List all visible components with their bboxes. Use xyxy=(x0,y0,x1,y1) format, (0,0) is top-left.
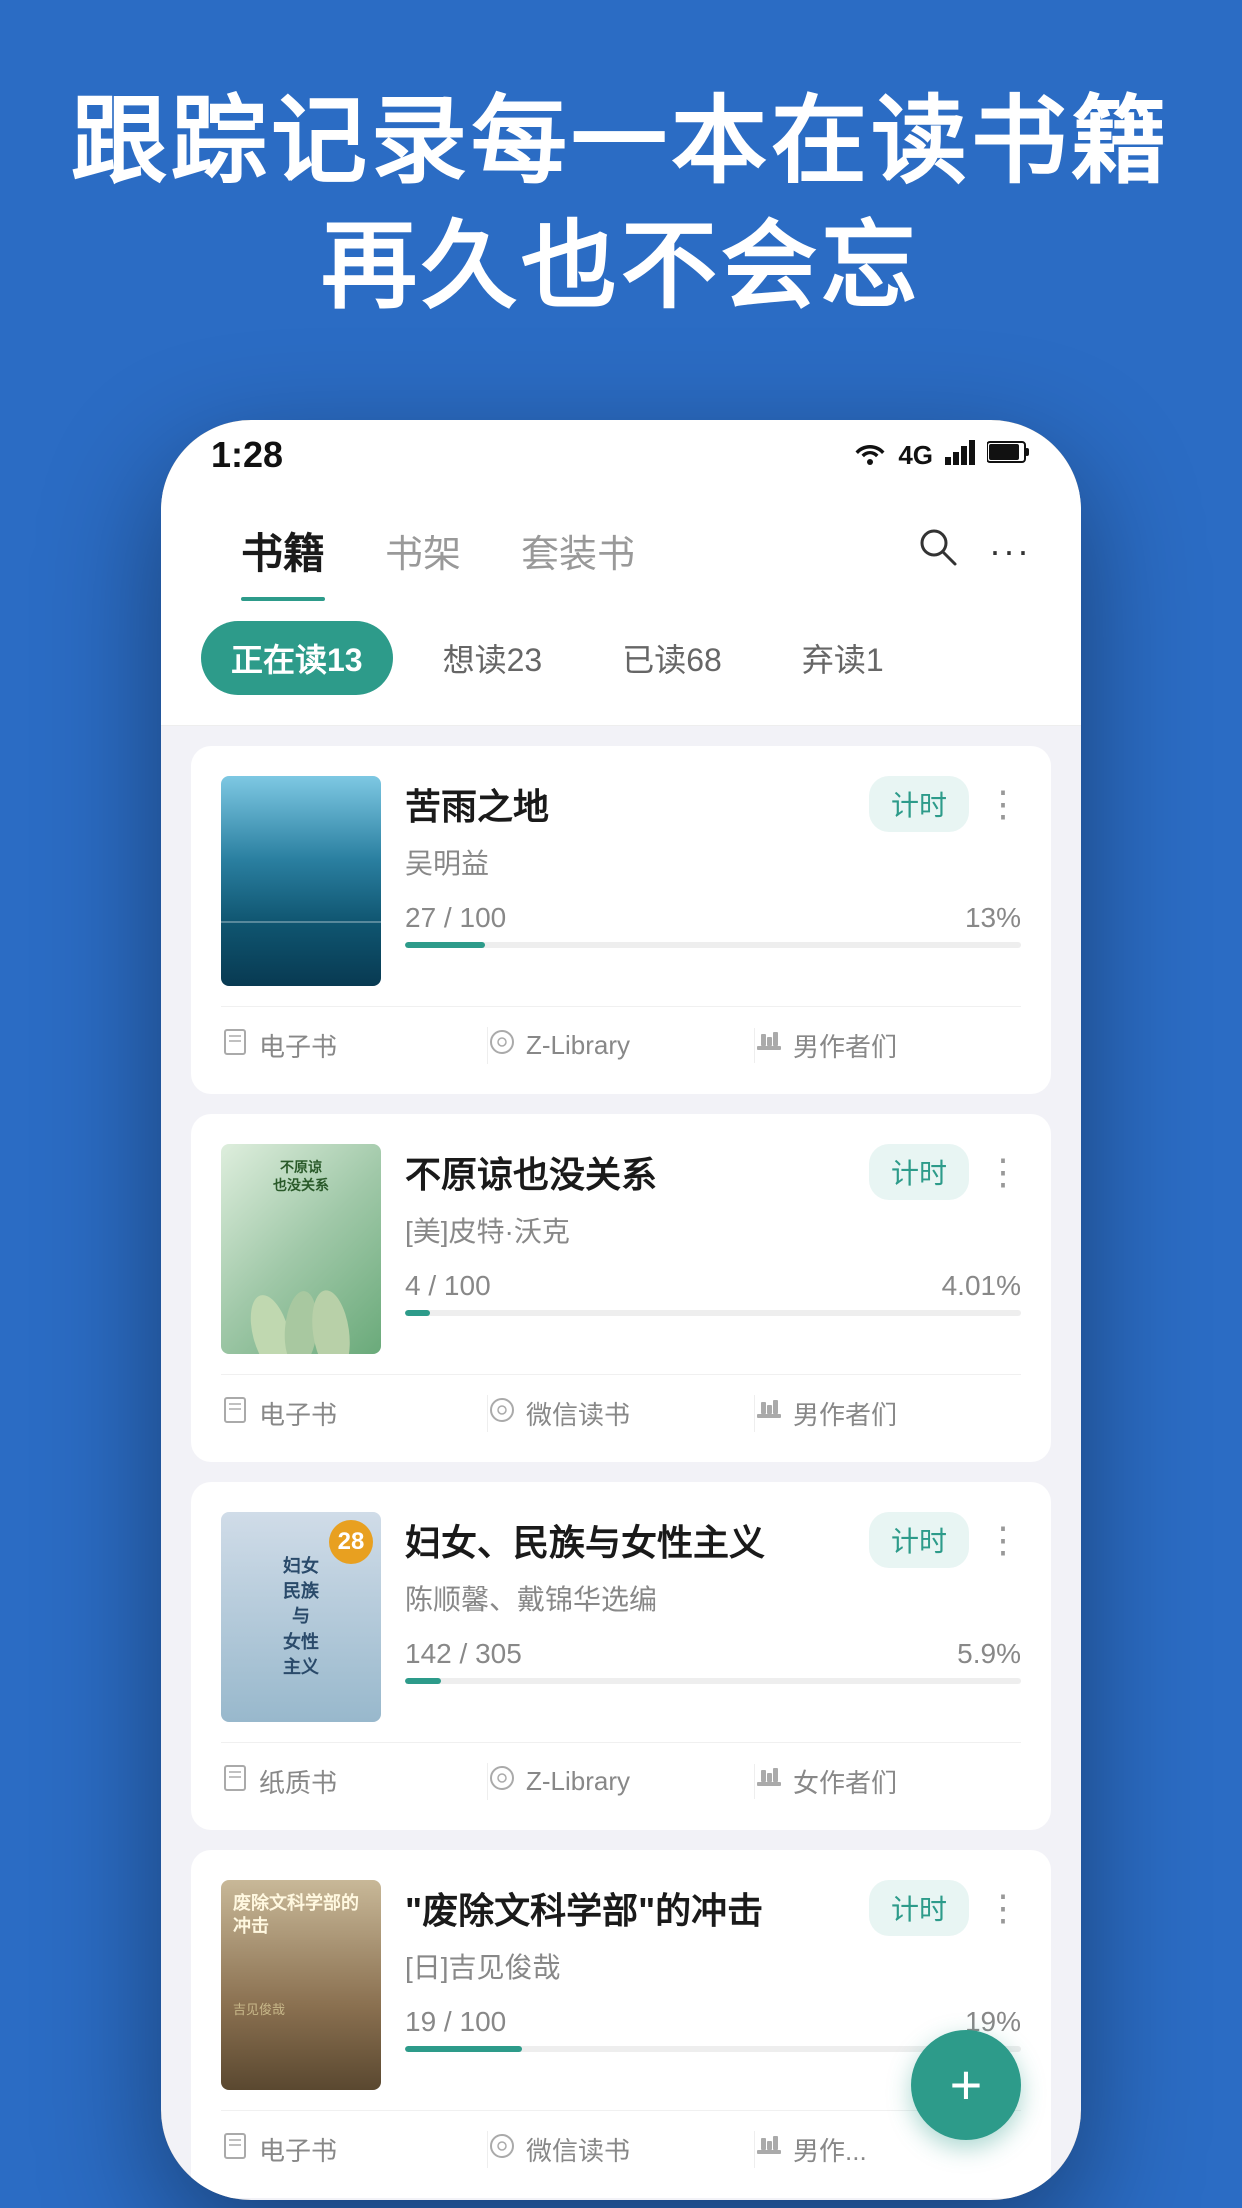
search-button[interactable] xyxy=(915,524,959,578)
book-title-2: 妇女、民族与女性主义 xyxy=(405,1514,765,1566)
nav-tab-shelf[interactable]: 书架 xyxy=(355,523,491,598)
book-meta-3: 电子书 微信读书 男作... xyxy=(221,2110,1021,2168)
phone-frame: 1:28 4G xyxy=(161,420,1081,2200)
book-progress-pct-1: 4.01% xyxy=(942,1270,1021,1302)
book-info-0: 苦雨之地 计时 ⋮ 吴明益 27 / 100 13% xyxy=(405,776,1021,948)
book-meta-shelf-2: 女作者们 xyxy=(755,1763,1021,1800)
book-cover-2[interactable]: 妇女民族与女性主义 28 xyxy=(221,1512,381,1722)
more-book-button-1[interactable]: ⋮ xyxy=(985,1151,1021,1193)
book-progress-text-0: 27 / 100 xyxy=(405,902,506,934)
source-icon-1 xyxy=(488,1396,516,1431)
source-icon-3 xyxy=(488,2132,516,2167)
book-progress-text-3: 19 / 100 xyxy=(405,2006,506,2038)
nav-tab-books[interactable]: 书籍 xyxy=(211,520,355,601)
book-icon-2 xyxy=(221,1764,249,1799)
book-progress-text-1: 4 / 100 xyxy=(405,1270,491,1302)
signal-icon-1: 4G xyxy=(898,440,933,471)
more-book-button-3[interactable]: ⋮ xyxy=(985,1887,1021,1929)
book-list: 苦雨之地 计时 ⋮ 吴明益 27 / 100 13% xyxy=(161,726,1081,2200)
book-meta-source-1: 微信读书 xyxy=(488,1395,755,1432)
progress-fill-0 xyxy=(405,942,485,948)
app-content: 书籍 书架 套装书 ··· 正在读13 想读23 xyxy=(161,490,1081,2200)
timer-button-2[interactable]: 计时 xyxy=(869,1512,969,1568)
shelf-icon-1 xyxy=(755,1396,783,1431)
book-meta-2: 纸质书 Z-Library 女作者们 xyxy=(221,1742,1021,1800)
status-icons: 4G xyxy=(854,439,1031,472)
progress-track-0 xyxy=(405,942,1021,948)
book-card-0: 苦雨之地 计时 ⋮ 吴明益 27 / 100 13% xyxy=(191,746,1051,1094)
progress-track-2 xyxy=(405,1678,1021,1684)
book-meta-type-3: 电子书 xyxy=(221,2131,488,2168)
filter-tab-read[interactable]: 已读68 xyxy=(592,621,752,695)
nav-tab-sets[interactable]: 套装书 xyxy=(491,523,665,598)
timer-button-0[interactable]: 计时 xyxy=(869,776,969,832)
progress-track-1 xyxy=(405,1310,1021,1316)
battery-icon xyxy=(987,440,1031,471)
book-cover-3[interactable]: 废除文科学部的冲击 吉见俊哉 xyxy=(221,1880,381,2090)
book-progress-pct-0: 13% xyxy=(965,902,1021,934)
book-meta-1: 电子书 微信读书 男作者们 xyxy=(221,1374,1021,1432)
source-icon-0 xyxy=(488,1028,516,1063)
more-book-button-0[interactable]: ⋮ xyxy=(985,783,1021,825)
add-fab[interactable]: + xyxy=(911,2030,1021,2140)
book-author-0: 吴明益 xyxy=(405,842,1021,882)
book-meta-type-0: 电子书 xyxy=(221,1027,488,1064)
book-meta-type-2: 纸质书 xyxy=(221,1763,488,1800)
filter-tabs: 正在读13 想读23 已读68 弃读1 xyxy=(161,601,1081,726)
book-meta-shelf-1: 男作者们 xyxy=(755,1395,1021,1432)
book-author-3: [日]吉见俊哉 xyxy=(405,1946,1021,1986)
book-meta-0: 电子书 Z-Library 男作者们 xyxy=(221,1006,1021,1064)
book-meta-type-1: 电子书 xyxy=(221,1395,488,1432)
book-progress-text-2: 142 / 305 xyxy=(405,1638,522,1670)
shelf-icon-2 xyxy=(755,1764,783,1799)
book-info-3: "废除文科学部"的冲击 计时 ⋮ [日]吉见俊哉 19 / 100 19% xyxy=(405,1880,1021,2052)
status-bar: 1:28 4G xyxy=(161,420,1081,490)
book-card-1: 不原谅也没关系 不原谅也没关系 xyxy=(191,1114,1051,1462)
book-title-0: 苦雨之地 xyxy=(405,778,549,830)
book-icon-1 xyxy=(221,1396,249,1431)
book-info-2: 妇女、民族与女性主义 计时 ⋮ 陈顺馨、戴锦华选编 142 / 305 5.9% xyxy=(405,1512,1021,1684)
status-time: 1:28 xyxy=(211,434,283,476)
badge-book-2: 28 xyxy=(329,1520,373,1564)
book-icon-0 xyxy=(221,1028,249,1063)
book-author-2: 陈顺馨、戴锦华选编 xyxy=(405,1578,1021,1618)
more-book-button-2[interactable]: ⋮ xyxy=(985,1519,1021,1561)
progress-fill-3 xyxy=(405,2046,522,2052)
add-icon: + xyxy=(950,2057,983,2113)
book-info-1: 不原谅也没关系 计时 ⋮ [美]皮特·沃克 4 / 100 4.01% xyxy=(405,1144,1021,1316)
shelf-icon-3 xyxy=(755,2132,783,2167)
book-meta-shelf-0: 男作者们 xyxy=(755,1027,1021,1064)
book-cover-1[interactable]: 不原谅也没关系 xyxy=(221,1144,381,1354)
nav-actions: ··· xyxy=(915,524,1031,598)
book-card-3: 废除文科学部的冲击 吉见俊哉 "废除文科学部"的冲击 计时 ⋮ xyxy=(191,1850,1051,2198)
filter-tab-want[interactable]: 想读23 xyxy=(413,621,573,695)
book-meta-source-3: 微信读书 xyxy=(488,2131,755,2168)
filter-tab-reading[interactable]: 正在读13 xyxy=(201,621,393,695)
nav-tabs: 书籍 书架 套装书 xyxy=(211,520,665,601)
book-card-2: 妇女民族与女性主义 28 妇女、民族与女性主义 计时 ⋮ 陈顺馨、戴锦华选编 xyxy=(191,1482,1051,1830)
progress-fill-2 xyxy=(405,1678,441,1684)
hero-section: 跟踪记录每一本在读书籍 再久也不会忘 xyxy=(0,0,1242,380)
more-button[interactable]: ··· xyxy=(989,530,1031,572)
top-nav: 书籍 书架 套装书 ··· xyxy=(161,490,1081,601)
wifi-icon xyxy=(854,439,886,472)
book-meta-source-0: Z-Library xyxy=(488,1028,755,1063)
timer-button-1[interactable]: 计时 xyxy=(869,1144,969,1200)
book-cover-0[interactable] xyxy=(221,776,381,986)
filter-tab-dropped[interactable]: 弃读1 xyxy=(772,621,914,695)
hero-title: 跟踪记录每一本在读书籍 再久也不会忘 xyxy=(60,80,1182,330)
book-title-1: 不原谅也没关系 xyxy=(405,1146,657,1198)
progress-fill-1 xyxy=(405,1310,430,1316)
book-title-3: "废除文科学部"的冲击 xyxy=(405,1882,763,1934)
timer-button-3[interactable]: 计时 xyxy=(869,1880,969,1936)
source-icon-2 xyxy=(488,1764,516,1799)
book-meta-source-2: Z-Library xyxy=(488,1764,755,1799)
shelf-icon-0 xyxy=(755,1028,783,1063)
book-progress-pct-2: 5.9% xyxy=(957,1638,1021,1670)
book-icon-3 xyxy=(221,2132,249,2167)
book-author-1: [美]皮特·沃克 xyxy=(405,1210,1021,1250)
signal-icon-2 xyxy=(945,439,975,472)
